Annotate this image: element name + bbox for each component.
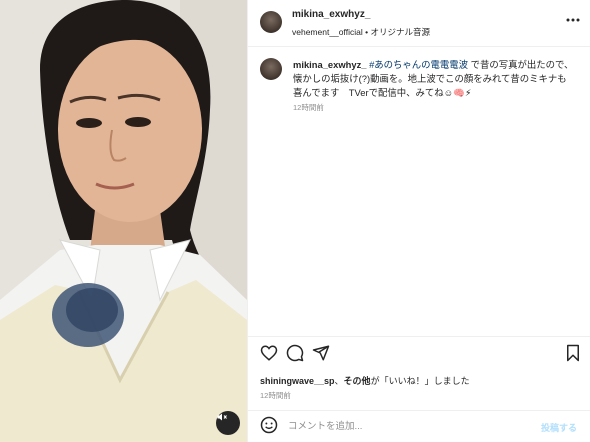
header-username[interactable]: mikina_exwhyz_ [292,9,370,20]
share-icon [312,345,330,361]
comment-icon [286,344,304,362]
comment-bar: 投稿する [248,410,590,442]
caption-hashtag[interactable]: #あのちゃんの電電電波 [369,59,468,70]
caption-avatar[interactable] [260,58,282,80]
audio-label-link[interactable]: オリジナル音源 [370,27,430,37]
caption-timestamp: 12時間前 [293,103,324,112]
like-button[interactable] [260,344,278,362]
more-options-button[interactable] [564,14,582,26]
save-button[interactable] [564,344,582,362]
heart-icon [260,345,278,361]
audio-artist-link[interactable]: vehement__official [292,27,363,37]
muted-speaker-icon [217,413,227,421]
separator-dot: • [365,27,369,37]
audio-line: vehement__official • オリジナル音源 [292,26,430,38]
likes-others-link[interactable]: その他 [344,376,371,386]
post-details-panel: mikina_exwhyz_ vehement__official • オリジナ… [247,0,590,442]
mute-button[interactable] [216,411,240,435]
share-button[interactable] [312,344,330,362]
emoji-icon [260,416,278,434]
more-options-icon [566,18,580,22]
post-media[interactable] [0,0,247,442]
caption-text: mikina_exwhyz_ #あのちゃんの電電電波 で昔の写真が出たので、懐か… [293,58,575,100]
avatar[interactable] [260,11,282,33]
header-divider [248,46,590,47]
likes-suffix: が「いいね！」しました [370,376,470,386]
comment-input[interactable] [288,417,528,435]
comments-divider [248,336,590,337]
likes-summary: shiningwave__sp、その他が「いいね！」しました [260,374,470,387]
action-bar [248,344,590,366]
post-header: mikina_exwhyz_ vehement__official • オリジナ… [248,0,590,46]
post-timestamp: 12時間前 [260,391,291,400]
liked-by-user[interactable]: shiningwave__sp [260,376,335,386]
emoji-button[interactable] [260,416,278,434]
comment-button[interactable] [286,344,304,362]
post-comment-button[interactable]: 投稿する [541,421,577,434]
likes-joiner: 、 [334,376,344,386]
video-frame-illustration [0,0,247,442]
bookmark-icon [567,344,579,362]
caption-username[interactable]: mikina_exwhyz_ [293,59,366,70]
